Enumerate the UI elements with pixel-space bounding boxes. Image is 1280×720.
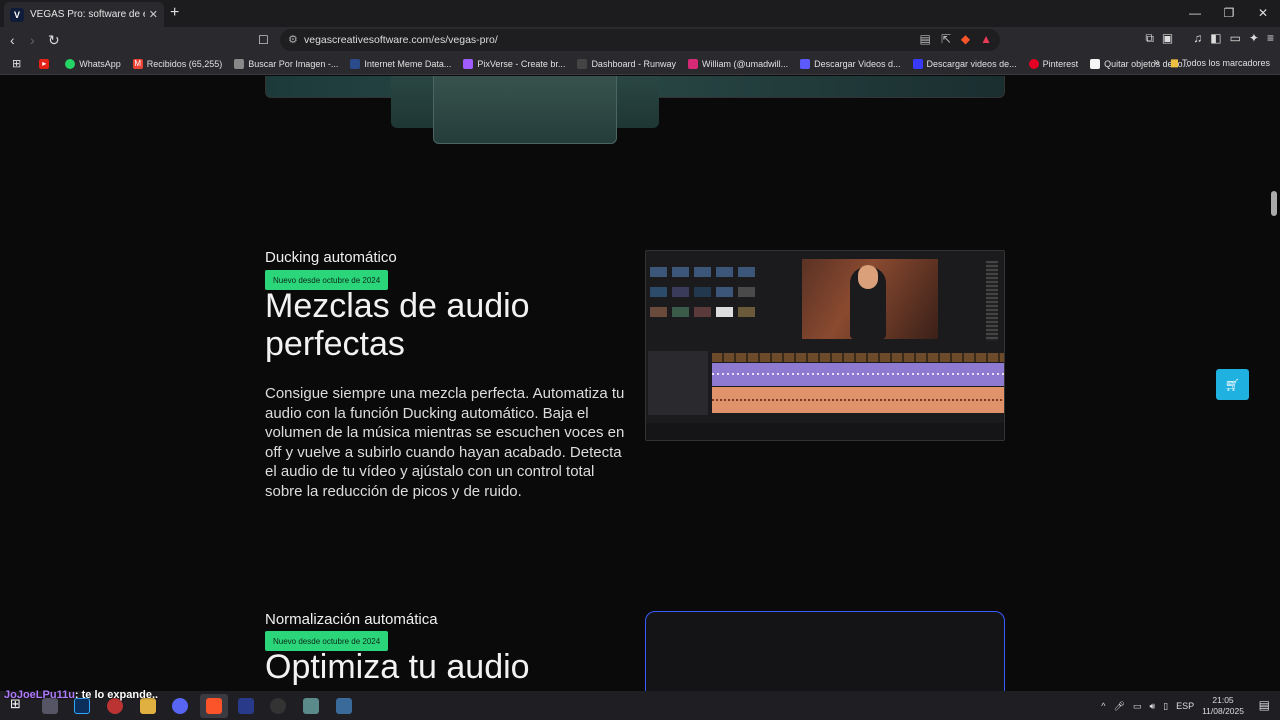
bookmark-gmail[interactable]: M Recibidos (65,255): [132, 58, 222, 69]
folder-icon: ▆: [1171, 57, 1178, 67]
forward-icon[interactable]: ›: [30, 32, 35, 48]
menu-icon[interactable]: ≡: [1267, 31, 1274, 46]
app-icon-4[interactable]: [336, 698, 352, 714]
pinterest-icon: [1028, 58, 1039, 69]
url-text: vegascreativesoftware.com/es/vegas-pro/: [304, 34, 498, 46]
bookmark-whatsapp[interactable]: WhatsApp: [65, 58, 121, 69]
share-icon[interactable]: ⇱: [941, 32, 951, 46]
tab-vegas-pro[interactable]: V VEGAS Pro: software de edición ✕: [4, 2, 164, 27]
instagram-icon: [687, 58, 698, 69]
track-headers: [648, 351, 708, 415]
kym-icon: [350, 58, 361, 69]
normalization-eyebrow: Normalización automática: [265, 611, 438, 628]
clock[interactable]: 21:05 11/08/2025: [1202, 695, 1244, 717]
close-tab-icon[interactable]: ✕: [149, 8, 158, 21]
more-bookmarks-button[interactable]: »: [1153, 55, 1160, 69]
section-title: Mezclas de audio perfectas: [265, 287, 530, 363]
scrollbar-thumb[interactable]: [1271, 191, 1277, 216]
leo-ai-icon[interactable]: ✦: [1249, 31, 1259, 46]
gmail-icon: M: [132, 58, 143, 69]
vegas-favicon-icon: V: [10, 7, 24, 22]
reload-icon[interactable]: ↻: [48, 32, 60, 49]
tab-bar: V VEGAS Pro: software de edición ✕ + — ❐…: [0, 0, 1280, 27]
cart-icon: 🛒︎: [1224, 377, 1241, 392]
page-content: Ducking automático Nuevo desde octubre d…: [0, 76, 1280, 691]
audio-meter: [986, 261, 998, 341]
bookmark-youtube[interactable]: ▸: [39, 58, 53, 69]
close-window-button[interactable]: ✕: [1246, 0, 1280, 27]
whatsapp-icon: [65, 58, 76, 69]
volume-icon[interactable]: 🔊︎: [1149, 701, 1155, 712]
minimize-button[interactable]: —: [1178, 0, 1212, 27]
top-image-collage: [265, 76, 1005, 146]
chat-message: : te lo expande..: [74, 689, 159, 701]
brave-rewards-icon[interactable]: ▲: [980, 32, 992, 46]
network-icon[interactable]: ▭: [1133, 701, 1142, 712]
discord-icon[interactable]: [172, 698, 188, 714]
bookmark-download-1[interactable]: Descargar Videos d...: [800, 58, 901, 69]
download-icon: [912, 58, 923, 69]
window-controls: — ❐ ✕: [1178, 0, 1280, 27]
site-info-icon[interactable]: ⚙: [288, 33, 298, 46]
section-title-2: Optimiza tu audio: [265, 648, 530, 686]
video-preview: [802, 259, 938, 339]
wallet-icon[interactable]: ▣: [1162, 31, 1173, 46]
bookmark-image-search[interactable]: Buscar Por Imagen -...: [234, 58, 338, 69]
bookmark-pixverse[interactable]: PixVerse - Create br...: [463, 58, 565, 69]
bookmark-download-2[interactable]: Descargar videos de...: [912, 58, 1017, 69]
apps-grid-icon[interactable]: ⊞: [12, 57, 21, 70]
timeline-toolbar: [646, 423, 1004, 440]
brave-browser-icon[interactable]: [206, 698, 222, 714]
download-icon: [800, 58, 811, 69]
tab-title: VEGAS Pro: software de edición: [30, 9, 145, 20]
section-body: Consigue siempre una mezcla perfecta. Au…: [265, 385, 625, 500]
tray-icon[interactable]: ▯: [1163, 701, 1168, 712]
restore-button[interactable]: ❐: [1212, 0, 1246, 27]
page-icon: [1090, 58, 1101, 69]
bookmark-pinterest[interactable]: Pinterest: [1028, 58, 1078, 69]
back-icon[interactable]: ‹: [10, 32, 15, 48]
tray-chevron-icon[interactable]: ^: [1101, 701, 1105, 711]
media-bin: [650, 267, 762, 337]
wallet-2-icon[interactable]: ▭: [1230, 31, 1241, 46]
new-tab-button[interactable]: +: [170, 4, 179, 22]
bookmark-page-icon[interactable]: ☐: [258, 33, 269, 47]
bookmark-runway[interactable]: Dashboard - Runway: [577, 58, 676, 69]
system-tray: ^ 🎤︎ ▭ 🔊︎ ▯ ESP 21:05 11/08/2025: [1101, 695, 1244, 717]
video-track: [712, 353, 1004, 362]
language-indicator[interactable]: ESP: [1176, 701, 1194, 711]
bookmark-instagram[interactable]: William (@umadwill...: [687, 58, 788, 69]
cart-button[interactable]: 🛒︎: [1216, 369, 1249, 400]
ducking-eyebrow: Ducking automático: [265, 249, 397, 266]
toolbar-right: ⧉ ▣ ♫ ◧ ▭ ✦ ≡: [1145, 31, 1274, 46]
normalization-media-frame: [645, 611, 1005, 691]
runway-icon: [577, 58, 588, 69]
extensions-icon[interactable]: ⧉: [1145, 31, 1154, 46]
app-icon-2[interactable]: [270, 698, 286, 714]
media-icon[interactable]: ♫: [1193, 31, 1202, 46]
bookmark-kym[interactable]: Internet Meme Data...: [350, 58, 451, 69]
brave-shields-icon[interactable]: ◆: [961, 32, 970, 46]
vegas-icon[interactable]: [238, 698, 254, 714]
pixverse-icon: [463, 58, 474, 69]
address-bar[interactable]: ⚙ vegascreativesoftware.com/es/vegas-pro…: [280, 29, 1000, 51]
all-bookmarks-button[interactable]: ▆ Todos los marcadores: [1171, 57, 1270, 68]
chat-username: JoJoeLPu11u: [4, 689, 75, 701]
app-icon-3[interactable]: [303, 698, 319, 714]
sidebar-icon[interactable]: ◧: [1210, 31, 1221, 46]
stream-chat-overlay: JoJoeLPu11u: te lo expande..: [4, 689, 158, 701]
notifications-icon[interactable]: ▤: [1259, 698, 1270, 712]
globe-icon: [234, 58, 245, 69]
youtube-icon: ▸: [39, 58, 50, 69]
taskbar: ⊞: [0, 691, 1280, 720]
vegas-pro-screenshot: [645, 250, 1005, 441]
reader-mode-icon[interactable]: ▤: [919, 32, 930, 46]
microphone-icon[interactable]: 🎤︎: [1113, 701, 1124, 712]
bookmarks-bar: ⊞ ▸ WhatsApp M Recibidos (65,255) Buscar …: [0, 53, 1280, 75]
